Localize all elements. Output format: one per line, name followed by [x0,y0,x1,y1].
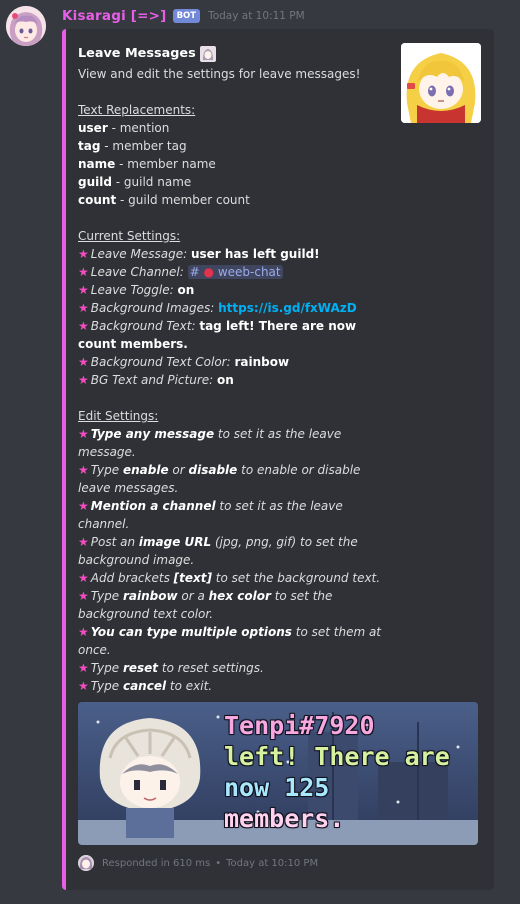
star-icon: ★ [78,373,89,387]
channel-mention[interactable]: # ● weeb-chat [187,265,283,279]
embed-title: Leave Messages [78,43,394,65]
current-settings-header: Current Settings: [78,229,181,243]
star-icon: ★ [78,589,89,603]
bot-badge: BOT [172,9,201,23]
edit-instruction: ★ Type rainbow or a hex color to set the … [78,589,333,621]
footer-separator: • [215,857,222,869]
star-icon: ★ [78,499,89,513]
edit-instruction: ★ Type enable or disable to enable or dis… [78,463,361,495]
embed-footer: Responded in 610 ms • Today at 10:10 PM [78,855,318,871]
embed-thumbnail[interactable] [401,43,481,123]
bg-image-link[interactable]: https://is.gd/fxWAzD [218,301,357,315]
setting-bg-images: ★ Background Images: https://is.gd/fxWAzD [78,301,357,315]
setting-leave-channel: ★ Leave Channel: # ● weeb-chat [78,265,283,279]
setting-leave-message: ★ Leave Message: user has left guild! [78,247,320,261]
star-icon: ★ [78,625,89,639]
replacements-header: Text Replacements: [78,103,196,117]
edit-instruction: ★ Post an image URL (jpg, png, gif) to se… [78,535,358,567]
footer-avatar-icon [78,855,94,871]
setting-bg-text: ★ Background Text: tag left! There are no… [78,319,357,351]
star-icon: ★ [78,661,89,675]
edit-instruction: ★ You can type multiple options to set th… [78,625,382,657]
message-timestamp: Today at 10:11 PM [208,10,305,22]
star-icon: ★ [78,247,89,261]
star-icon: ★ [78,265,89,279]
star-icon: ★ [78,355,89,369]
star-icon: ★ [78,679,89,693]
message-header: Kisaragi [=>] BOT Today at 10:11 PM [62,7,305,25]
star-icon: ★ [78,463,89,477]
author-name[interactable]: Kisaragi [=>] [62,8,167,24]
embed-image-caption: Tenpi#7920 left! There are now 125 membe… [224,711,450,833]
embed-card: Leave Messages View and edit the setting… [62,29,494,890]
star-icon: ★ [78,427,89,441]
edit-instruction: ★ Type any message to set it as the leave… [78,427,342,459]
setting-leave-toggle: ★ Leave Toggle: on [78,283,195,297]
setting-bg-text-picture: ★ BG Text and Picture: on [78,373,234,387]
replacement-item: name - member name [78,157,216,171]
embed-title-text: Leave Messages [78,46,196,61]
star-icon: ★ [78,283,89,297]
embed-intro: View and edit the settings for leave mes… [78,67,361,81]
edit-instruction: ★ Mention a channel to set it as the leav… [78,499,343,531]
star-icon: ★ [78,571,89,585]
replacement-item: count - guild member count [78,193,250,207]
embed-image[interactable]: Tenpi#7920 left! There are now 125 membe… [78,702,478,845]
footer-time: Today at 10:10 PM [226,857,319,869]
footer-responded: Responded in 610 ms [102,857,211,869]
setting-bg-text-color: ★ Background Text Color: rainbow [78,355,290,369]
replacement-item: tag - member tag [78,139,187,153]
edit-settings-header: Edit Settings: [78,409,159,423]
replacement-item: guild - guild name [78,175,192,189]
title-emoji-icon [199,46,216,62]
embed-description: Leave Messages View and edit the setting… [78,43,394,695]
star-icon: ★ [78,535,89,549]
edit-instruction: ★ Type reset to reset settings. [78,661,264,675]
strawberry-icon: ● [203,265,214,279]
star-icon: ★ [78,301,89,315]
replacement-item: user - mention [78,121,170,135]
star-icon: ★ [78,319,89,333]
edit-instruction: ★ Type cancel to exit. [78,679,213,693]
edit-instruction: ★ Add brackets [text] to set the backgrou… [78,571,381,585]
bot-avatar[interactable] [6,6,46,46]
